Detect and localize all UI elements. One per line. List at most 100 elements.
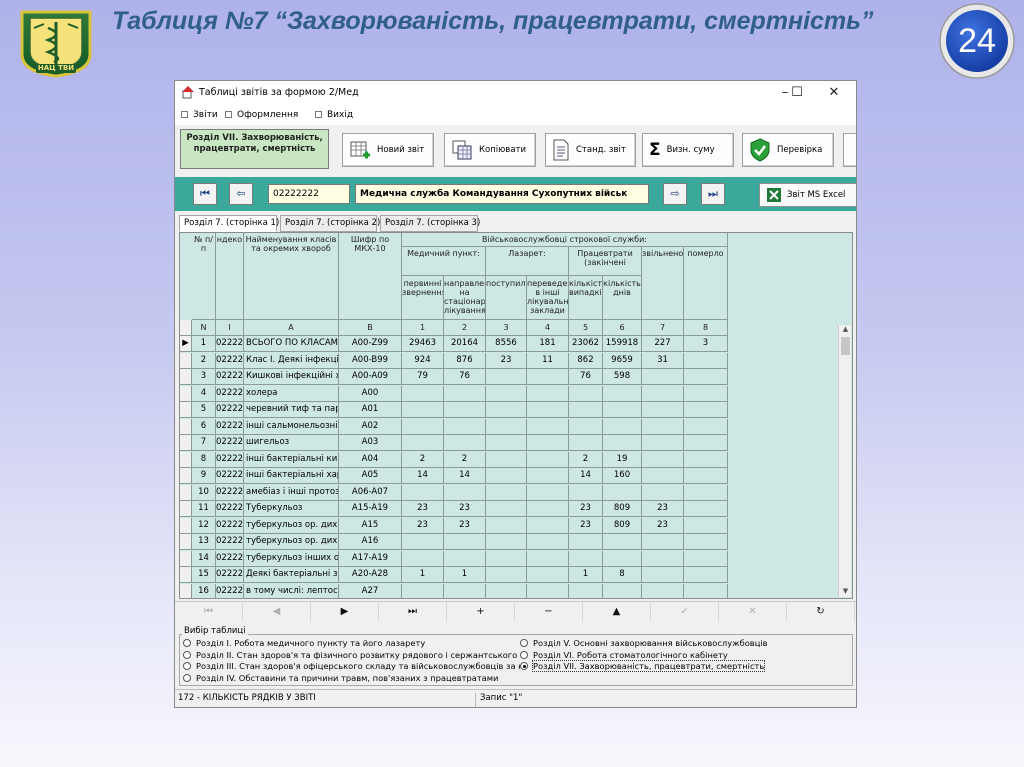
cell-c6[interactable]: 809 <box>603 501 642 517</box>
cell-c6[interactable] <box>603 418 642 435</box>
cell-c3[interactable] <box>486 484 527 501</box>
cell-c2[interactable]: 23 <box>444 517 486 534</box>
close-button[interactable]: ✕ <box>823 84 845 102</box>
cell-c1[interactable] <box>402 385 444 402</box>
cell-c3[interactable] <box>486 517 527 534</box>
scroll-thumb[interactable] <box>841 337 850 355</box>
cell-num[interactable]: 4 <box>192 385 216 402</box>
tab-page-3[interactable]: Розділ 7. (сторінка 3) <box>380 215 480 232</box>
cell-c5[interactable]: 23 <box>569 501 603 517</box>
standard-report-button[interactable]: Станд. звіт <box>545 133 636 167</box>
prev-org-button[interactable]: ⇦ <box>229 183 253 205</box>
cell-num[interactable]: 1 <box>192 336 216 352</box>
table-row[interactable]: 15 02222 Деякі бактеріальні зо A20-A28 1 1 1 8 <box>180 567 728 583</box>
cell-c6[interactable] <box>603 534 642 550</box>
cell-name[interactable]: інші бактеріальні киш <box>244 451 339 468</box>
cell-c6[interactable] <box>603 484 642 501</box>
cell-c2[interactable] <box>444 550 486 567</box>
cell-c6[interactable]: 809 <box>603 517 642 534</box>
cell-c4[interactable] <box>527 501 569 517</box>
cell-c7[interactable]: 23 <box>642 501 684 517</box>
cell-c2[interactable] <box>444 385 486 402</box>
row-indicator[interactable] <box>180 369 192 385</box>
cell-c4[interactable] <box>527 385 569 402</box>
cell-c5[interactable] <box>569 534 603 550</box>
cell-c4[interactable] <box>527 550 569 567</box>
row-indicator[interactable] <box>180 517 192 534</box>
cell-c2[interactable]: 23 <box>444 501 486 517</box>
cell-c5[interactable]: 862 <box>569 352 603 369</box>
toolbar-overflow-button[interactable] <box>843 133 856 167</box>
table-row[interactable]: 10 02222 амебіаз і інші протозо A06-A07 <box>180 484 728 501</box>
cell-c1[interactable] <box>402 418 444 435</box>
cell-c2[interactable]: 1 <box>444 567 486 583</box>
cell-c3[interactable] <box>486 435 527 451</box>
cell-num[interactable]: 12 <box>192 517 216 534</box>
cell-c5[interactable] <box>569 402 603 418</box>
first-org-button[interactable]: ⏮ <box>193 183 217 205</box>
row-indicator[interactable] <box>180 484 192 501</box>
cell-c4[interactable]: 181 <box>527 336 569 352</box>
cell-c3[interactable] <box>486 468 527 484</box>
cell-icd[interactable]: A03 <box>339 435 402 451</box>
next-record-button[interactable]: ▶ <box>311 603 379 621</box>
cell-icd[interactable]: A17-A19 <box>339 550 402 567</box>
cell-c1[interactable]: 924 <box>402 352 444 369</box>
table-row[interactable]: 12 02222 туберкульоз ор. дих., A15 23 23 23 809… <box>180 517 728 534</box>
table-row[interactable]: 14 02222 туберкульоз інших ор A17-A19 <box>180 550 728 567</box>
cell-c7[interactable] <box>642 468 684 484</box>
cell-num[interactable]: 3 <box>192 369 216 385</box>
cell-num[interactable]: 15 <box>192 567 216 583</box>
cell-name[interactable]: холера <box>244 385 339 402</box>
cell-c1[interactable]: 23 <box>402 517 444 534</box>
cell-c2[interactable] <box>444 402 486 418</box>
new-report-button[interactable]: Новий звіт <box>342 133 434 167</box>
cell-c5[interactable]: 23 <box>569 517 603 534</box>
cell-c8[interactable] <box>684 517 728 534</box>
cell-code[interactable]: 02222 <box>216 517 244 534</box>
cell-c3[interactable] <box>486 369 527 385</box>
table-row[interactable]: 202222Клас I. Деякі інфекційнA00-B999248… <box>180 352 728 369</box>
cell-num[interactable]: 16 <box>192 583 216 598</box>
cell-c8[interactable] <box>684 369 728 385</box>
cell-num[interactable]: 11 <box>192 501 216 517</box>
cell-c8[interactable] <box>684 451 728 468</box>
refresh-records-button[interactable]: ↻ <box>787 603 855 621</box>
cell-c2[interactable]: 876 <box>444 352 486 369</box>
cell-icd[interactable]: A00-Z99 <box>339 336 402 352</box>
cell-c7[interactable] <box>642 435 684 451</box>
cell-c1[interactable]: 79 <box>402 369 444 385</box>
table-row[interactable]: 11 02222 Туберкульоз A15-A19 23 23 23 809 23 <box>180 501 728 517</box>
cell-code[interactable]: 02222 <box>216 567 244 583</box>
cell-c8[interactable] <box>684 583 728 598</box>
cell-c4[interactable] <box>527 517 569 534</box>
cell-code[interactable]: 02222 <box>216 418 244 435</box>
copy-button[interactable]: Копіювати <box>444 133 536 167</box>
cell-c2[interactable]: 2 <box>444 451 486 468</box>
cell-code[interactable]: 02222 <box>216 352 244 369</box>
cell-name[interactable]: ВСЬОГО ПО КЛАСАМ <box>244 336 339 352</box>
cell-c2[interactable]: 76 <box>444 369 486 385</box>
check-button[interactable]: Перевірка <box>742 133 834 167</box>
cell-c7[interactable] <box>642 402 684 418</box>
menu-formatting[interactable]: Оформлення <box>225 110 298 120</box>
tab-page-2[interactable]: Розділ 7. (сторінка 2) <box>280 215 380 232</box>
cell-code[interactable]: 02222 <box>216 534 244 550</box>
cell-c8[interactable] <box>684 402 728 418</box>
cell-name[interactable]: туберкульоз ор. дих., <box>244 534 339 550</box>
cancel-record-button[interactable]: ✕ <box>719 603 787 621</box>
cell-name[interactable]: в тому числі: лептосп <box>244 583 339 598</box>
cell-c4[interactable] <box>527 534 569 550</box>
table-option-3[interactable]: Розділ III. Стан здоров'я офіцерського с… <box>183 661 523 671</box>
cell-c3[interactable] <box>486 583 527 598</box>
cell-c6[interactable]: 598 <box>603 369 642 385</box>
cell-name[interactable]: Кишкові інфекційні хв <box>244 369 339 385</box>
cell-num[interactable]: 8 <box>192 451 216 468</box>
cell-c3[interactable]: 23 <box>486 352 527 369</box>
cell-c5[interactable] <box>569 385 603 402</box>
cell-name[interactable]: інші бактеріальні харч <box>244 468 339 484</box>
cell-c8[interactable] <box>684 567 728 583</box>
cell-c5[interactable]: 14 <box>569 468 603 484</box>
cell-c8[interactable] <box>684 484 728 501</box>
cell-name[interactable]: черевний тиф та пара <box>244 402 339 418</box>
